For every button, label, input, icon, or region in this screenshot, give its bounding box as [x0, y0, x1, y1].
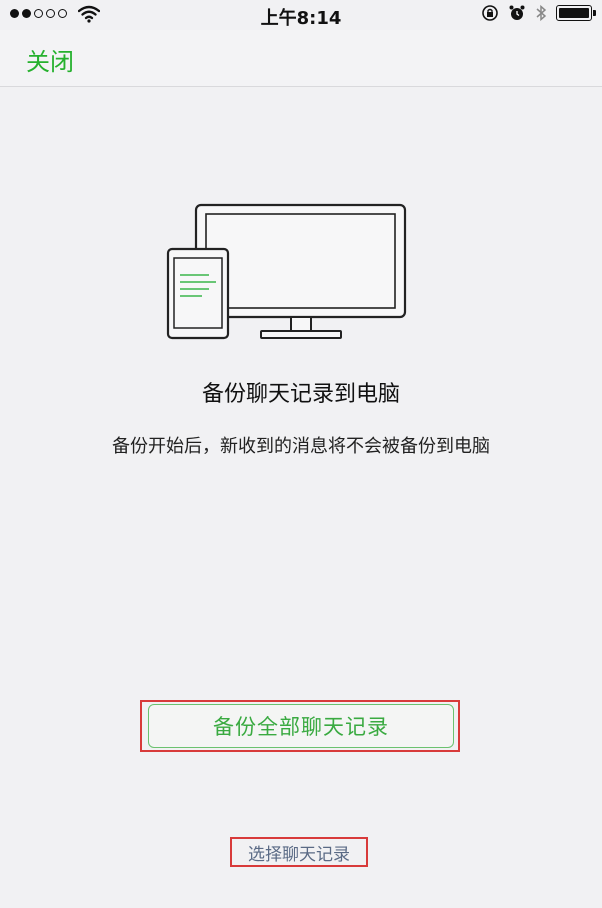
backup-all-button[interactable]: 备份全部聊天记录: [148, 704, 454, 748]
bluetooth-icon: [536, 4, 547, 22]
alarm-icon: [509, 5, 525, 20]
nav-bar: 关闭: [0, 30, 602, 87]
screen: 上午8:14 关闭 备份聊天记录到电脑 备份开始后，新收到的消息将不会被备份到电…: [0, 0, 602, 908]
close-button[interactable]: 关闭: [26, 42, 74, 77]
page-title: 备份聊天记录到电脑: [201, 382, 400, 407]
status-bar: 上午8:14: [0, 0, 602, 30]
battery-icon: [556, 5, 596, 21]
orientation-lock-icon: [482, 5, 498, 21]
page-subtitle: 备份开始后，新收到的消息将不会被备份到电脑: [112, 436, 490, 457]
phone-icon: [166, 247, 230, 340]
status-icons: [481, 4, 596, 22]
select-chats-link[interactable]: 选择聊天记录: [230, 837, 368, 867]
backup-illustration: [166, 203, 407, 340]
